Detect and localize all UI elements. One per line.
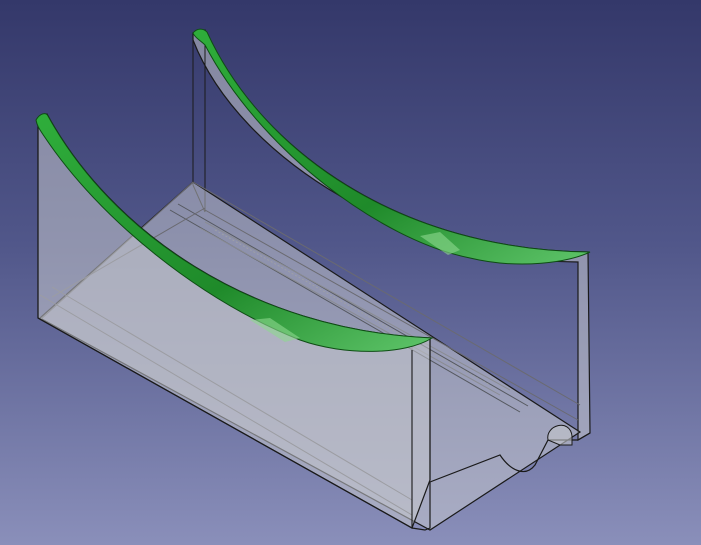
model-canvas[interactable] xyxy=(0,0,701,545)
3d-viewport[interactable] xyxy=(0,0,701,545)
